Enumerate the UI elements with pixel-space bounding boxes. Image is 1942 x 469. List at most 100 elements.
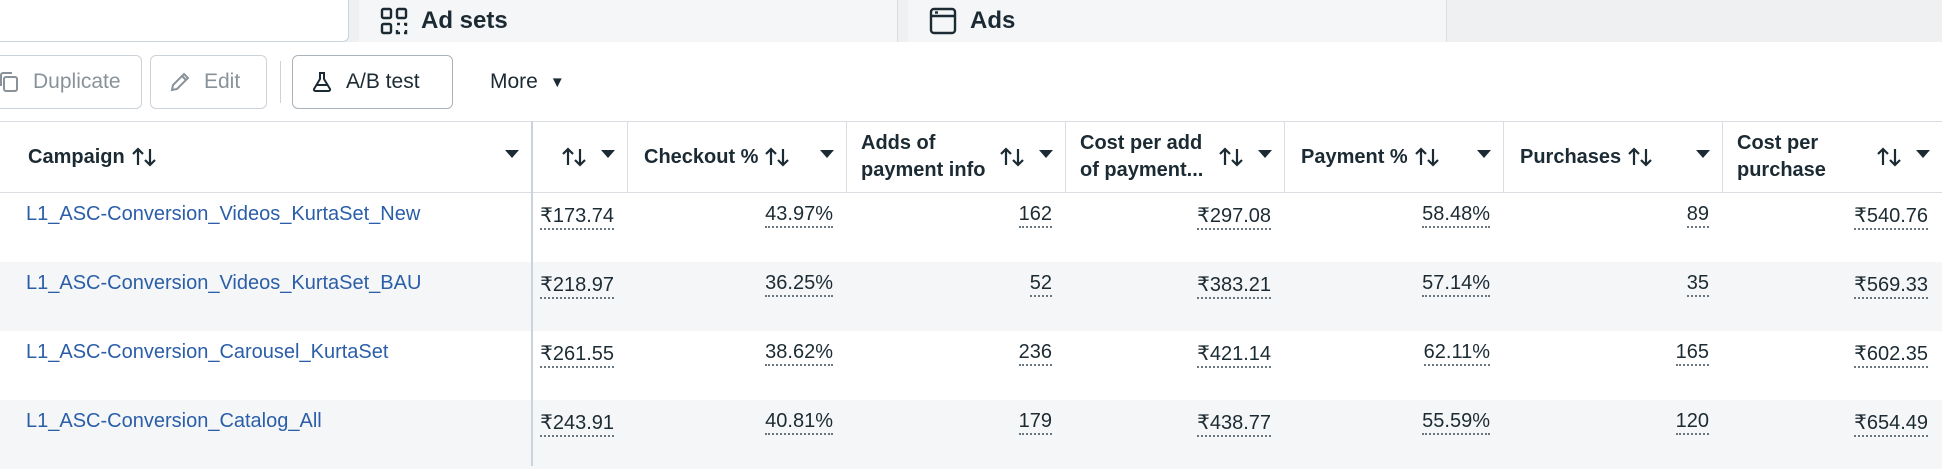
sort-icon[interactable] (1627, 146, 1653, 168)
cell-value[interactable]: ₹569.33 (1854, 274, 1928, 299)
table-row[interactable]: L1_ASC-Conversion_Videos_KurtaSet_New ₹1… (0, 193, 1942, 262)
campaign-link[interactable]: L1_ASC-Conversion_Catalog_All (26, 410, 322, 432)
tab-campaigns[interactable] (0, 0, 349, 42)
cell-value[interactable]: 58.48% (1422, 203, 1490, 228)
data-cell: 179 (847, 400, 1066, 469)
data-cell: 38.62% (628, 331, 847, 400)
column-label: Adds of payment info (861, 132, 986, 181)
toolbar: Duplicate Edit A/B test More ▼ (0, 55, 1942, 109)
data-cell: ₹261.55 (532, 331, 628, 400)
ab-test-button[interactable]: A/B test (292, 55, 453, 109)
cell-value[interactable]: 35 (1686, 272, 1709, 297)
sort-icon[interactable] (131, 146, 157, 168)
sort-icon[interactable] (561, 146, 587, 168)
column-header-cost-per-add-of-payment[interactable]: Cost per add of payment... (1066, 122, 1285, 192)
campaign-cell: L1_ASC-Conversion_Videos_KurtaSet_New (0, 193, 532, 262)
tab-ads[interactable]: Ads (908, 0, 1447, 42)
grid-icon (379, 6, 409, 36)
caret-down-icon: ▼ (549, 73, 565, 91)
duplicate-button[interactable]: Duplicate (0, 55, 142, 109)
frozen-column-divider (531, 121, 533, 466)
chevron-down-icon[interactable] (820, 150, 834, 158)
cell-value[interactable]: ₹540.76 (1854, 205, 1928, 230)
table-row[interactable]: L1_ASC-Conversion_Videos_KurtaSet_BAU ₹2… (0, 262, 1942, 331)
data-cell: 58.48% (1285, 193, 1504, 262)
column-header-cost-per-purchase[interactable]: Cost per purchase (1723, 122, 1942, 192)
data-cell: 120 (1504, 400, 1723, 469)
pencil-icon (170, 72, 190, 92)
column-label: Purchases (1520, 145, 1622, 168)
duplicate-icon (0, 72, 18, 92)
cell-value[interactable]: 179 (1018, 410, 1052, 435)
column-header-campaign[interactable]: Campaign (0, 122, 532, 192)
column-header-payment-percent[interactable]: Payment % (1285, 122, 1504, 192)
column-header-cost-per-checkout[interactable] (532, 122, 628, 192)
data-cell: ₹173.74 (532, 193, 628, 262)
cell-value[interactable]: ₹173.74 (540, 205, 614, 230)
sort-icon[interactable] (1414, 146, 1440, 168)
column-header-checkout-percent[interactable]: Checkout % (628, 122, 847, 192)
cell-value[interactable]: 120 (1675, 410, 1709, 435)
column-label: Cost per add of payment... (1080, 132, 1204, 181)
data-cell: 236 (847, 331, 1066, 400)
cell-value[interactable]: ₹654.49 (1854, 412, 1928, 437)
chevron-down-icon[interactable] (1916, 150, 1930, 158)
cell-value[interactable]: ₹243.91 (540, 412, 614, 437)
chevron-down-icon[interactable] (505, 150, 519, 158)
cell-value[interactable]: 36.25% (765, 272, 833, 297)
sort-icon[interactable] (999, 146, 1025, 168)
more-button[interactable]: More ▼ (470, 55, 588, 109)
data-cell: ₹438.77 (1066, 400, 1285, 469)
sort-icon[interactable] (1876, 146, 1902, 168)
campaign-cell: L1_ASC-Conversion_Catalog_All (0, 400, 532, 469)
flask-icon (312, 72, 332, 92)
ad-window-icon (928, 6, 958, 36)
data-cell: ₹540.76 (1723, 193, 1942, 262)
chevron-down-icon[interactable] (601, 150, 615, 158)
cell-value[interactable]: 162 (1018, 203, 1052, 228)
cell-value[interactable]: 165 (1675, 341, 1709, 366)
cell-value[interactable]: ₹383.21 (1197, 274, 1271, 299)
cell-value[interactable]: 40.81% (765, 410, 833, 435)
chevron-down-icon[interactable] (1477, 150, 1491, 158)
cell-value[interactable]: 52 (1029, 272, 1052, 297)
cell-value[interactable]: 57.14% (1422, 272, 1490, 297)
table-row[interactable]: L1_ASC-Conversion_Catalog_All ₹243.91 40… (0, 400, 1942, 469)
chevron-down-icon[interactable] (1696, 150, 1710, 158)
table-row[interactable]: L1_ASC-Conversion_Carousel_KurtaSet ₹261… (0, 331, 1942, 400)
sort-icon[interactable] (1218, 146, 1244, 168)
sort-icon[interactable] (764, 146, 790, 168)
data-cell: 89 (1504, 193, 1723, 262)
cell-value[interactable]: 236 (1018, 341, 1052, 366)
cell-value[interactable]: 62.11% (1423, 341, 1490, 366)
chevron-down-icon[interactable] (1258, 150, 1272, 158)
cell-value[interactable]: ₹218.97 (540, 274, 614, 299)
campaign-link[interactable]: L1_ASC-Conversion_Videos_KurtaSet_New (26, 203, 420, 225)
edit-label: Edit (204, 70, 241, 93)
column-header-adds-of-payment-info[interactable]: Adds of payment info (847, 122, 1066, 192)
campaign-link[interactable]: L1_ASC-Conversion_Carousel_KurtaSet (26, 341, 388, 363)
table-header: Campaign Checkout % Adds of payment info… (0, 121, 1942, 193)
cell-value[interactable]: 55.59% (1422, 410, 1490, 435)
column-header-purchases[interactable]: Purchases (1504, 122, 1723, 192)
cell-value[interactable]: ₹421.14 (1197, 343, 1271, 368)
cell-value[interactable]: ₹438.77 (1197, 412, 1271, 437)
campaign-link[interactable]: L1_ASC-Conversion_Videos_KurtaSet_BAU (26, 272, 421, 294)
cell-value[interactable]: ₹602.35 (1854, 343, 1928, 368)
data-cell: ₹421.14 (1066, 331, 1285, 400)
data-cell: ₹297.08 (1066, 193, 1285, 262)
cell-value[interactable]: ₹261.55 (540, 343, 614, 368)
cell-value[interactable]: 38.62% (765, 341, 833, 366)
tab-ad-sets-label: Ad sets (421, 7, 508, 34)
campaign-cell: L1_ASC-Conversion_Videos_KurtaSet_BAU (0, 262, 532, 331)
chevron-down-icon[interactable] (1039, 150, 1053, 158)
tab-ad-sets[interactable]: Ad sets (359, 0, 898, 42)
data-cell: 57.14% (1285, 262, 1504, 331)
cell-value[interactable]: 43.97% (765, 203, 833, 228)
cell-value[interactable]: 89 (1686, 203, 1709, 228)
data-cell: 36.25% (628, 262, 847, 331)
data-cell: ₹383.21 (1066, 262, 1285, 331)
edit-button[interactable]: Edit (150, 55, 267, 109)
cell-value[interactable]: ₹297.08 (1197, 205, 1271, 230)
data-cell: 62.11% (1285, 331, 1504, 400)
